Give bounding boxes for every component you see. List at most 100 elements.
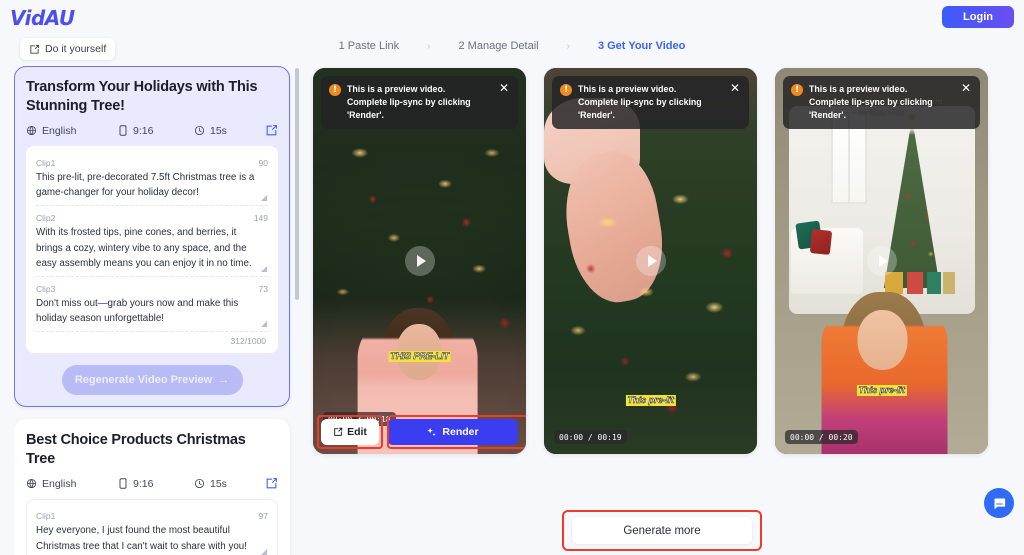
notice-text: This is a preview video. Complete lip-sy… [347,83,492,121]
clip-label: Clip1 [36,158,56,169]
clip-char-count: 97 [258,511,268,522]
warning-circle-icon: ! [791,84,803,96]
clock-icon [194,478,205,489]
step-navigation: 1 Paste Link › 2 Manage Detail › 3 Get Y… [0,40,1024,52]
notice-line-1: This is a preview video. [578,84,677,94]
phone-portrait-icon [118,478,128,490]
script-card-2-meta: English 9:16 15s [26,477,278,490]
clip-text[interactable]: This pre-lit, pre-decorated 7.5ft Christ… [36,170,268,200]
decor-room [789,106,975,314]
edit-square-icon [333,427,343,437]
language-value: English [42,124,77,137]
clip-text[interactable]: Don't miss out—grab yours now and make t… [36,296,268,326]
clip-char-count: 149 [253,213,268,224]
script-card-1-clips: Clip1 90 This pre-lit, pre-decorated 7.5… [26,146,278,354]
play-icon[interactable] [866,246,897,276]
chat-bubble-icon[interactable] [984,488,1014,518]
render-button-label: Render [442,426,479,438]
play-icon[interactable] [404,246,435,276]
clip-header: Clip2 149 [36,213,268,223]
video-results-grid: ! This is a preview video. Complete lip-… [313,68,1013,458]
step-separator-1: › [427,40,431,52]
clip-item[interactable]: Clip1 90 This pre-lit, pre-decorated 7.5… [36,151,268,207]
video-subtitle-1: THIS PRE-LIT [388,351,451,362]
video-card-2[interactable]: ! This is a preview video. Complete lip-… [544,68,757,454]
warning-circle-icon: ! [329,84,341,96]
script-card-2-title: Best Choice Products Christmas Tree [26,432,246,467]
resize-grip-icon[interactable]: ◢ [261,320,268,328]
script-card-1-meta: English 9:16 15s [26,124,278,137]
video-timecode-3: 00:00 / 00:20 [785,430,858,444]
step-get-your-video[interactable]: 3 Get Your Video [592,40,691,52]
render-button[interactable]: Render [387,419,518,445]
sidebar-scrollbar-thumb[interactable] [295,68,299,300]
video-card-1[interactable]: ! This is a preview video. Complete lip-… [313,68,526,454]
notice-line-2: Complete lip-sync by clicking 'Render'. [347,96,471,120]
ratio-value: 9:16 [133,477,154,490]
clip-text[interactable]: Hey everyone, I just found the most beau… [36,523,268,553]
step-paste-link[interactable]: 1 Paste Link [333,40,406,52]
clock-icon [194,125,205,136]
video-timecode-2: 00:00 / 00:19 [554,430,627,444]
script-card-2-clips: Clip1 97 Hey everyone, I just found the … [26,499,278,555]
clip-item[interactable]: Clip2 149 With its frosted tips, pine co… [36,206,268,277]
clip-item[interactable]: Clip1 97 Hey everyone, I just found the … [36,504,268,555]
script-card-1-title: Transform Your Holidays with This Stunni… [26,79,258,114]
notice-line-2: Complete lip-sync by clicking 'Render'. [809,96,933,120]
language-meta: English [26,125,118,137]
app-root: VidAU Login Do it yourself 1 Paste Link … [0,0,1024,555]
ratio-meta: 9:16 [118,125,194,137]
duration-value: 15s [210,124,227,137]
video-subtitle-3: This pre-lit [856,385,907,396]
play-icon[interactable] [635,246,666,276]
decor-hand [555,145,673,309]
generate-more-highlight: Generate more [562,510,762,551]
language-meta: English [26,478,118,490]
script-card-1-edit-icon[interactable] [265,124,278,137]
clip-char-count: 90 [258,158,268,169]
step-manage-detail[interactable]: 2 Manage Detail [453,40,545,52]
resize-grip-icon[interactable]: ◢ [261,194,268,202]
sub-header-bar: Do it yourself 1 Paste Link › 2 Manage D… [0,38,1024,64]
clip-label: Clip3 [36,283,56,294]
clip-item[interactable]: Clip3 73 Don't miss out—grab yours now a… [36,277,268,333]
ratio-meta: 9:16 [118,478,194,490]
arrow-right-icon: → [218,374,230,387]
notice-line-2: Complete lip-sync by clicking 'Render'. [578,96,702,120]
language-value: English [42,477,77,490]
script-card-2[interactable]: Best Choice Products Christmas Tree Engl… [14,419,290,555]
brand-logo[interactable]: VidAU [10,6,75,30]
close-icon[interactable]: ✕ [729,82,741,95]
resize-grip-icon[interactable]: ◢ [261,264,268,272]
edit-button[interactable]: Edit [321,419,379,445]
clip-header: Clip3 73 [36,284,268,294]
login-button[interactable]: Login [942,6,1014,28]
decor-gifts [885,272,955,294]
ratio-value: 9:16 [133,124,154,137]
clip-header: Clip1 90 [36,158,268,168]
app-header: VidAU Login [0,0,1024,32]
script-card-2-edit-icon[interactable] [265,477,278,490]
generate-more-button[interactable]: Generate more [572,517,752,544]
notice-line-1: This is a preview video. [347,84,446,94]
close-icon[interactable]: ✕ [498,82,510,95]
script-sidebar: Transform Your Holidays with This Stunni… [14,66,306,555]
video-card-1-actions: Edit Render [321,419,518,445]
regenerate-label: Regenerate Video Preview [74,374,213,387]
globe-icon [26,125,37,136]
edit-button-label: Edit [347,426,367,438]
close-icon[interactable]: ✕ [960,82,972,95]
resize-grip-icon[interactable]: ◢ [261,547,268,555]
notice-text: This is a preview video. Complete lip-sy… [809,83,954,121]
preview-notice-3: ! This is a preview video. Complete lip-… [783,76,980,130]
character-total: 312/1000 [230,336,266,347]
script-card-1[interactable]: Transform Your Holidays with This Stunni… [14,66,290,408]
video-card-3[interactable]: ★★★★★ What are some good recommendations… [775,68,988,454]
clip-text[interactable]: With its frosted tips, pine cones, and b… [36,225,268,271]
clip-char-count: 73 [258,283,268,294]
regenerate-video-preview-button[interactable]: Regenerate Video Preview → [61,365,243,396]
clip-label: Clip1 [36,511,56,522]
phone-portrait-icon [118,125,128,136]
clip-header: Clip1 97 [36,511,268,521]
duration-value: 15s [210,477,227,490]
